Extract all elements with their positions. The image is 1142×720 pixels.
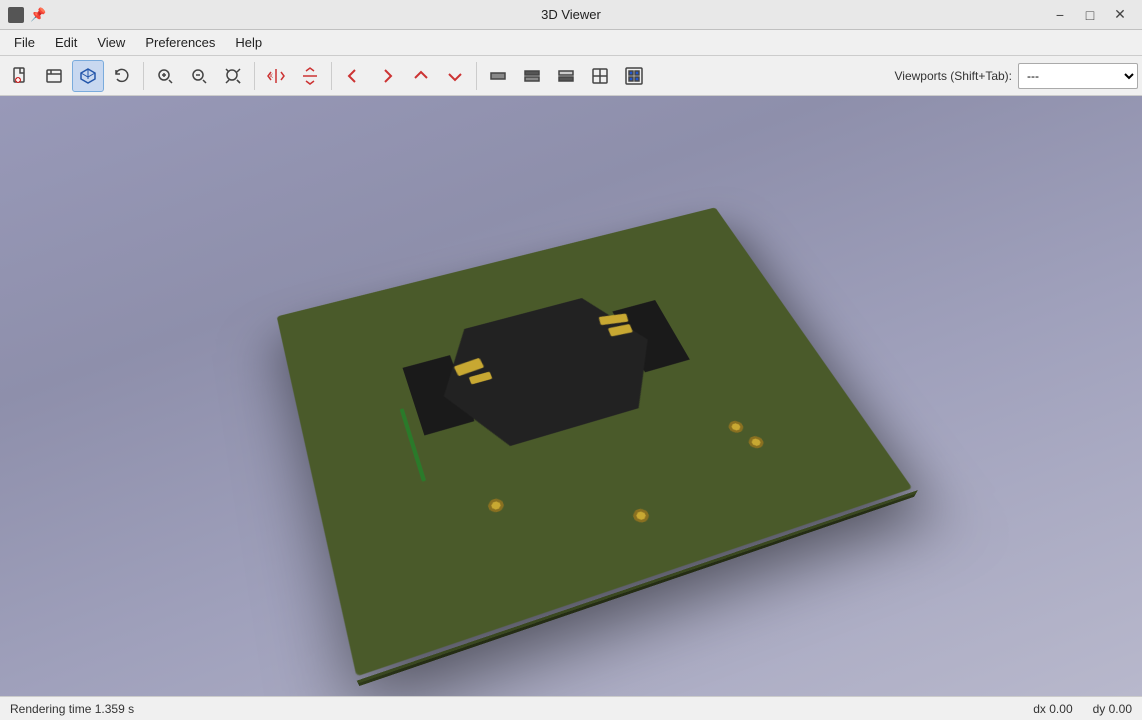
top-layer-button[interactable] <box>516 60 548 92</box>
toolbar-sep-3 <box>331 62 332 90</box>
pan-left-button[interactable] <box>337 60 369 92</box>
ortho-button[interactable] <box>584 60 616 92</box>
cube-view-button[interactable] <box>72 60 104 92</box>
app-icon <box>8 7 24 23</box>
undo-button[interactable] <box>106 60 138 92</box>
pan-up-button[interactable] <box>405 60 437 92</box>
dx-status: dx 0.00 <box>1033 702 1072 716</box>
render-time-status: Rendering time 1.359 s <box>10 702 1013 716</box>
zoom-fit-button[interactable] <box>217 60 249 92</box>
statusbar: Rendering time 1.359 s dx 0.00 dy 0.00 <box>0 696 1142 720</box>
viewport-select[interactable]: --- Single Two Vertical Two Horizontal F… <box>1018 63 1138 89</box>
toolbar-sep-1 <box>143 62 144 90</box>
open-button[interactable] <box>38 60 70 92</box>
pin-icon: 📌 <box>30 7 46 23</box>
flip-x-button[interactable]: X <box>260 60 292 92</box>
menubar: File Edit View Preferences Help <box>0 30 1142 56</box>
pan-down-button[interactable] <box>439 60 471 92</box>
viewport-control: Viewports (Shift+Tab): --- Single Two Ve… <box>895 63 1139 89</box>
menu-file[interactable]: File <box>4 32 45 53</box>
scene-container: BT1 <box>0 96 1142 696</box>
menu-preferences[interactable]: Preferences <box>135 32 225 53</box>
pcb-group: BT1 <box>277 207 913 676</box>
viewport-label: Viewports (Shift+Tab): <box>895 69 1013 83</box>
board-only-button[interactable] <box>482 60 514 92</box>
maximize-button[interactable]: □ <box>1076 4 1104 26</box>
flip-y-button[interactable] <box>294 60 326 92</box>
menu-view[interactable]: View <box>87 32 135 53</box>
viewport-3d[interactable]: BT1 <box>0 96 1142 696</box>
toolbar: X <box>0 56 1142 96</box>
menu-edit[interactable]: Edit <box>45 32 87 53</box>
menu-help[interactable]: Help <box>225 32 272 53</box>
toolbar-sep-4 <box>476 62 477 90</box>
titlebar-left: 📌 <box>8 7 46 23</box>
zoom-out-button[interactable] <box>183 60 215 92</box>
new-button[interactable] <box>4 60 36 92</box>
titlebar-controls: − □ ✕ <box>1046 4 1134 26</box>
minimize-button[interactable]: − <box>1046 4 1074 26</box>
zoom-in-button[interactable] <box>149 60 181 92</box>
bottom-layer-button[interactable] <box>550 60 582 92</box>
titlebar-title: 3D Viewer <box>541 7 601 22</box>
titlebar: 📌 3D Viewer − □ ✕ <box>0 0 1142 30</box>
pos-button[interactable] <box>618 60 650 92</box>
toolbar-sep-2 <box>254 62 255 90</box>
dy-status: dy 0.00 <box>1093 702 1132 716</box>
svg-text:X: X <box>269 74 273 80</box>
pan-right-button[interactable] <box>371 60 403 92</box>
close-button[interactable]: ✕ <box>1106 4 1134 26</box>
